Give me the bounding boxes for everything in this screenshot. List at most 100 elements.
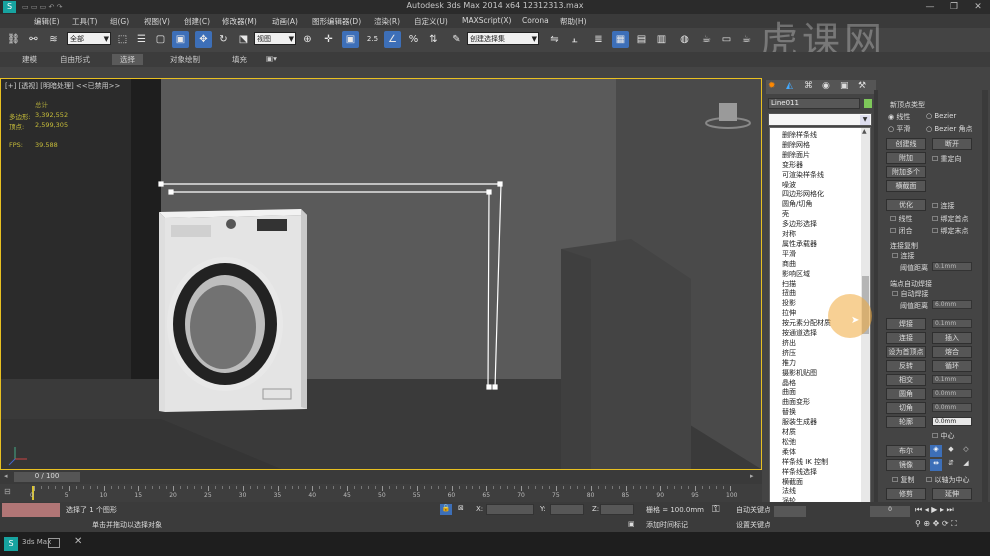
modifier-option[interactable]: 可渲染样条线 (782, 170, 824, 180)
cross-section-button[interactable]: 横截面 (886, 180, 926, 192)
create-tab-icon[interactable]: ✹ (768, 81, 776, 91)
mirror-horizontal-icon[interactable]: ⇹ (930, 459, 942, 471)
fuse-button[interactable]: 熔合 (932, 346, 972, 358)
motion-tab-icon[interactable]: ◉ (822, 81, 830, 91)
insert-button[interactable]: 插入 (932, 332, 972, 344)
mirror-icon[interactable]: ⇋ (546, 31, 563, 48)
make-first-button[interactable]: 设为首顶点 (886, 346, 926, 358)
trim-button[interactable]: 修剪 (886, 488, 926, 500)
prev-frame-icon[interactable]: ◂ (4, 472, 12, 482)
reference-coord-dropdown[interactable]: 视图 ▼ (254, 32, 296, 45)
subtract-icon[interactable]: ◆ (945, 445, 957, 457)
time-slider[interactable]: ◂ 0 / 100 ▸ (0, 470, 762, 484)
bind-first-checkbox[interactable]: ☐ 绑定首点 (932, 214, 969, 224)
spinner-snap-icon[interactable]: ⇅ (425, 31, 442, 48)
modifier-option[interactable]: 投影 (782, 298, 796, 308)
percent-snap-icon[interactable]: % (405, 31, 422, 48)
modifier-option[interactable]: 挤出 (782, 338, 796, 348)
rotate-icon[interactable]: ↻ (215, 31, 232, 48)
linear-checkbox[interactable]: ☐ 线性 (890, 214, 913, 224)
layer-manager-icon[interactable]: ≣ (590, 31, 607, 48)
pivot-center-icon[interactable]: ⊕ (299, 31, 316, 48)
menu-help[interactable]: 帮助(H) (560, 16, 587, 27)
menu-views[interactable]: 视图(V) (144, 16, 170, 27)
reverse-button[interactable]: 反转 (886, 360, 926, 372)
menu-modifiers[interactable]: 修改器(M) (222, 16, 257, 27)
taskbar-close-icon[interactable]: ✕ (74, 536, 82, 547)
menu-animation[interactable]: 动画(A) (272, 16, 298, 27)
render-icon[interactable]: ☕ (738, 31, 755, 48)
modifier-option[interactable]: 摄影机贴图 (782, 368, 817, 378)
menu-edit[interactable]: 编辑(E) (34, 16, 60, 27)
intersect-icon[interactable]: ◇ (960, 445, 972, 457)
create-line-button[interactable]: 创建线 (886, 138, 926, 150)
connect-checkbox[interactable]: ☐ 连接 (932, 201, 955, 211)
menu-create[interactable]: 创建(C) (184, 16, 210, 27)
attach-button[interactable]: 附加 (886, 152, 926, 164)
x-coord-field[interactable] (486, 504, 534, 515)
app-taskbar-icon[interactable]: S (4, 537, 18, 551)
named-selection-dropdown[interactable]: 创建选择集 ▼ (467, 32, 539, 45)
tab-selection[interactable]: 选择 (112, 54, 143, 65)
modifier-option[interactable]: 壳 (782, 209, 789, 219)
fillet-spinner[interactable]: 0.0mm (932, 389, 972, 398)
modifier-option[interactable]: 样条线 IK 控制 (782, 457, 828, 467)
lock-selection-icon[interactable]: 🔒 (440, 504, 452, 515)
union-icon[interactable]: ◈ (930, 445, 942, 457)
boolean-button[interactable]: 布尔 (886, 445, 926, 457)
next-frame-icon[interactable]: ▸ (750, 472, 758, 482)
cycle-button[interactable]: 循环 (932, 360, 972, 372)
tab-freeform[interactable]: 自由形式 (60, 54, 90, 65)
chevron-up-icon[interactable]: ▲ (862, 128, 869, 136)
weld-threshold-spinner[interactable]: 6.0mm (932, 300, 972, 309)
modifier-option[interactable]: 多边形选择 (782, 219, 817, 229)
outline-spinner[interactable]: 0.0mm (932, 417, 972, 426)
render-setup-icon[interactable]: ☕ (698, 31, 715, 48)
menu-customize[interactable]: 自定义(U) (414, 16, 448, 27)
menu-graph-editors[interactable]: 图形编辑器(D) (312, 16, 361, 27)
modifier-option[interactable]: 法线 (782, 486, 796, 496)
closed-checkbox[interactable]: ☐ 闭合 (890, 226, 913, 236)
modifier-option[interactable]: 材质 (782, 427, 796, 437)
intersect-spinner[interactable]: 0.1mm (932, 375, 972, 384)
curve-editor-icon[interactable]: ▤ (633, 31, 650, 48)
modifier-option[interactable]: 柔体 (782, 447, 796, 457)
set-key-label[interactable]: 设置关键点 (736, 520, 771, 530)
window-crossing-icon[interactable]: ▣ (172, 31, 189, 48)
modifier-option[interactable]: 影响区域 (782, 269, 810, 279)
schematic-view-icon[interactable]: ▥ (653, 31, 670, 48)
modifier-option[interactable]: 扭曲 (782, 288, 796, 298)
close-button[interactable]: ✕ (966, 1, 990, 13)
menu-group[interactable]: 组(G) (110, 16, 129, 27)
modifier-option[interactable]: 属性承载器 (782, 239, 817, 249)
tab-populate[interactable]: 填充 (232, 54, 247, 65)
radio-linear[interactable]: ◉ 线性 (888, 112, 910, 122)
extend-button[interactable]: 延伸 (932, 488, 972, 500)
connect-copy-checkbox[interactable]: ☐ 连接 (892, 251, 915, 261)
about-pivot-checkbox[interactable]: ☐ 以轴为中心 (926, 475, 970, 485)
fillet-button[interactable]: 圆角 (886, 388, 926, 400)
mini-curve-editor-icon[interactable]: ⊟ (4, 487, 18, 499)
tab-modeling[interactable]: 建模 (22, 54, 37, 65)
modify-tab-icon[interactable]: ◭ (786, 81, 793, 91)
playback-icons[interactable]: ⏮ ◂ ▶ ▸ ⏭ (915, 505, 954, 515)
chamfer-button[interactable]: 切角 (886, 402, 926, 414)
z-coord-field[interactable] (600, 504, 634, 515)
minimize-button[interactable]: — (918, 1, 942, 13)
menu-maxscript[interactable]: MAXScript(X) (462, 16, 511, 25)
modifier-option[interactable]: 推力 (782, 358, 796, 368)
radio-bezier-corner[interactable]: ○ Bezier 角点 (926, 124, 972, 134)
connect-threshold-spinner[interactable]: 0.1mm (932, 262, 972, 271)
connect-button[interactable]: 连接 (886, 332, 926, 344)
center-checkbox[interactable]: ☐ 中心 (932, 431, 955, 441)
modifier-option[interactable]: 按元素分配材质 (782, 318, 831, 328)
key-icon[interactable]: ⚿ (712, 504, 720, 515)
modifier-list-dropdown[interactable]: ▼ (768, 113, 872, 126)
auto-weld-checkbox[interactable]: ☐ 自动焊接 (892, 289, 929, 299)
modifier-option[interactable]: 平滑 (782, 249, 796, 259)
panel-scrollbar[interactable] (982, 90, 988, 510)
select-object-icon[interactable]: ⬚ (114, 31, 131, 48)
object-name-field[interactable]: Line011 (768, 98, 860, 109)
viewport-nav-icons[interactable]: ⚲ ⊕ ✥ ⟳ ⛶ (915, 519, 957, 529)
unlink-icon[interactable]: ⚯ (25, 31, 42, 48)
